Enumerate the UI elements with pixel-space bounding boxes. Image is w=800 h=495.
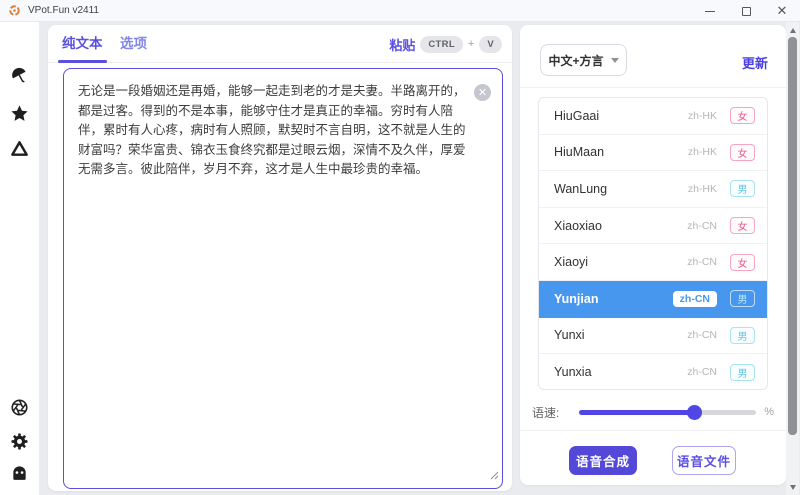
voice-gender-badge: 男 [730, 327, 755, 344]
v-key-badge: V [479, 36, 502, 53]
app-logo-icon [8, 4, 21, 17]
language-dropdown-value: 中文+方言 [548, 52, 603, 69]
speed-label: 语速: [532, 404, 559, 421]
voice-row[interactable]: Xiaoyi zh-CN 女 [539, 244, 767, 281]
voice-locale: zh-CN [687, 329, 717, 341]
voice-gender-badge: 男 [730, 290, 755, 307]
voice-gender-badge: 女 [730, 107, 755, 124]
voice-gender-badge: 女 [730, 254, 755, 271]
voice-gender-badge: 男 [730, 364, 755, 381]
triangle-icon[interactable] [10, 139, 29, 158]
tabbar: 纯文本 选项 粘贴 CTRL + V [48, 25, 512, 63]
slider-thumb[interactable] [687, 405, 702, 420]
workspace: 纯文本 选项 粘贴 CTRL + V 无论是一段婚姻还是再婚，能够一起走到老的才… [0, 22, 800, 495]
aperture-icon[interactable] [10, 398, 29, 417]
close-button-icon[interactable]: ✕ [764, 0, 800, 22]
voice-locale: zh-CN [687, 366, 717, 378]
voice-row[interactable]: Yunxi zh-CN 男 [539, 318, 767, 355]
plus-sign: + [468, 38, 474, 50]
maximize-button-icon[interactable] [728, 0, 764, 22]
refresh-link[interactable]: 更新 [742, 53, 768, 72]
slider-fill [579, 410, 694, 415]
scrollbar-thumb[interactable] [788, 37, 797, 435]
voice-file-button[interactable]: 语音文件 [672, 446, 736, 475]
scroll-down-icon[interactable] [786, 482, 799, 492]
voice-list: HiuGaaizh-HK女HiuMaanzh-HK女WanLungzh-HK男X… [538, 97, 768, 390]
voice-name: HiuGaai [554, 109, 599, 123]
voice-name: Yunxi [554, 328, 585, 342]
voice-name: Yunjian [554, 292, 598, 306]
titlebar: VPot.Fun v2411 ✕ [0, 0, 800, 22]
speed-row: 语速: % [532, 400, 774, 424]
voice-locale: zh-CN [687, 256, 717, 268]
umbrella-icon[interactable] [10, 66, 29, 85]
voice-row[interactable]: Yunxia zh-CN 男 [539, 354, 767, 390]
star-icon[interactable] [10, 104, 29, 123]
editor-text[interactable]: 无论是一段婚姻还是再婚，能够一起走到老的才是夫妻。半路离开的，都是过客。得到的不… [64, 69, 502, 488]
clear-text-icon[interactable]: ✕ [474, 84, 491, 101]
voice-name: Xiaoxiao [554, 219, 602, 233]
resize-handle-icon[interactable] [490, 467, 499, 485]
voice-name: Xiaoyi [554, 255, 588, 269]
voice-name: WanLung [554, 182, 607, 196]
voice-gender-badge: 男 [730, 180, 755, 197]
speed-unit: % [764, 406, 774, 418]
text-input-area[interactable]: 无论是一段婚姻还是再婚，能够一起走到老的才是夫妻。半路离开的，都是过客。得到的不… [63, 68, 503, 489]
ctrl-key-badge: CTRL [420, 36, 463, 53]
action-buttons: 语音合成 语音文件 [520, 446, 786, 476]
scrollbar[interactable] [786, 22, 799, 495]
minimize-button-icon[interactable] [692, 0, 728, 22]
language-dropdown[interactable]: 中文+方言 [540, 44, 627, 76]
divider [520, 87, 786, 88]
voice-row[interactable]: Xiaoxiao zh-CN 女 [539, 208, 767, 245]
voice-locale: zh-CN [687, 220, 717, 232]
voice-row[interactable]: HiuMaan zh-HK 女 [539, 135, 767, 172]
voice-name: HiuMaan [554, 145, 604, 159]
voice-row[interactable]: WanLung zh-HK 男 [539, 171, 767, 208]
app-window: VPot.Fun v2411 ✕ [0, 0, 800, 495]
tab-plain-text[interactable]: 纯文本 [62, 25, 103, 63]
voice-locale: zh-HK [688, 183, 717, 195]
voice-locale: zh-HK [688, 146, 717, 158]
paste-label: 粘贴 [389, 35, 415, 54]
scroll-up-icon[interactable] [786, 25, 799, 35]
chevron-down-icon [611, 58, 619, 63]
window-title: VPot.Fun v2411 [28, 5, 99, 16]
sidebar [0, 22, 40, 495]
voice-gender-badge: 女 [730, 217, 755, 234]
voice-locale: zh-HK [688, 110, 717, 122]
synthesize-button[interactable]: 语音合成 [569, 446, 637, 475]
speed-slider[interactable] [579, 410, 756, 415]
voice-row[interactable]: HiuGaai zh-HK 女 [539, 98, 767, 135]
voice-panel: 中文+方言 更新 HiuGaai zh-HK 女 HiuMaan zh-HK 女 WanLu… [520, 25, 786, 485]
voice-gender-badge: 女 [730, 144, 755, 161]
paste-button[interactable]: 粘贴 CTRL + V [389, 25, 502, 63]
voice-row[interactable]: Yunjian zh-CN 男 [539, 281, 767, 318]
robot-icon[interactable] [10, 464, 29, 483]
voice-name: Yunxia [554, 365, 592, 379]
window-controls: ✕ [692, 0, 800, 22]
voice-locale: zh-CN [673, 291, 717, 307]
editor-card: 纯文本 选项 粘贴 CTRL + V 无论是一段婚姻还是再婚，能够一起走到老的才… [48, 25, 512, 491]
gear-icon[interactable] [10, 432, 29, 451]
divider [520, 430, 786, 431]
tab-options[interactable]: 选项 [120, 25, 147, 63]
